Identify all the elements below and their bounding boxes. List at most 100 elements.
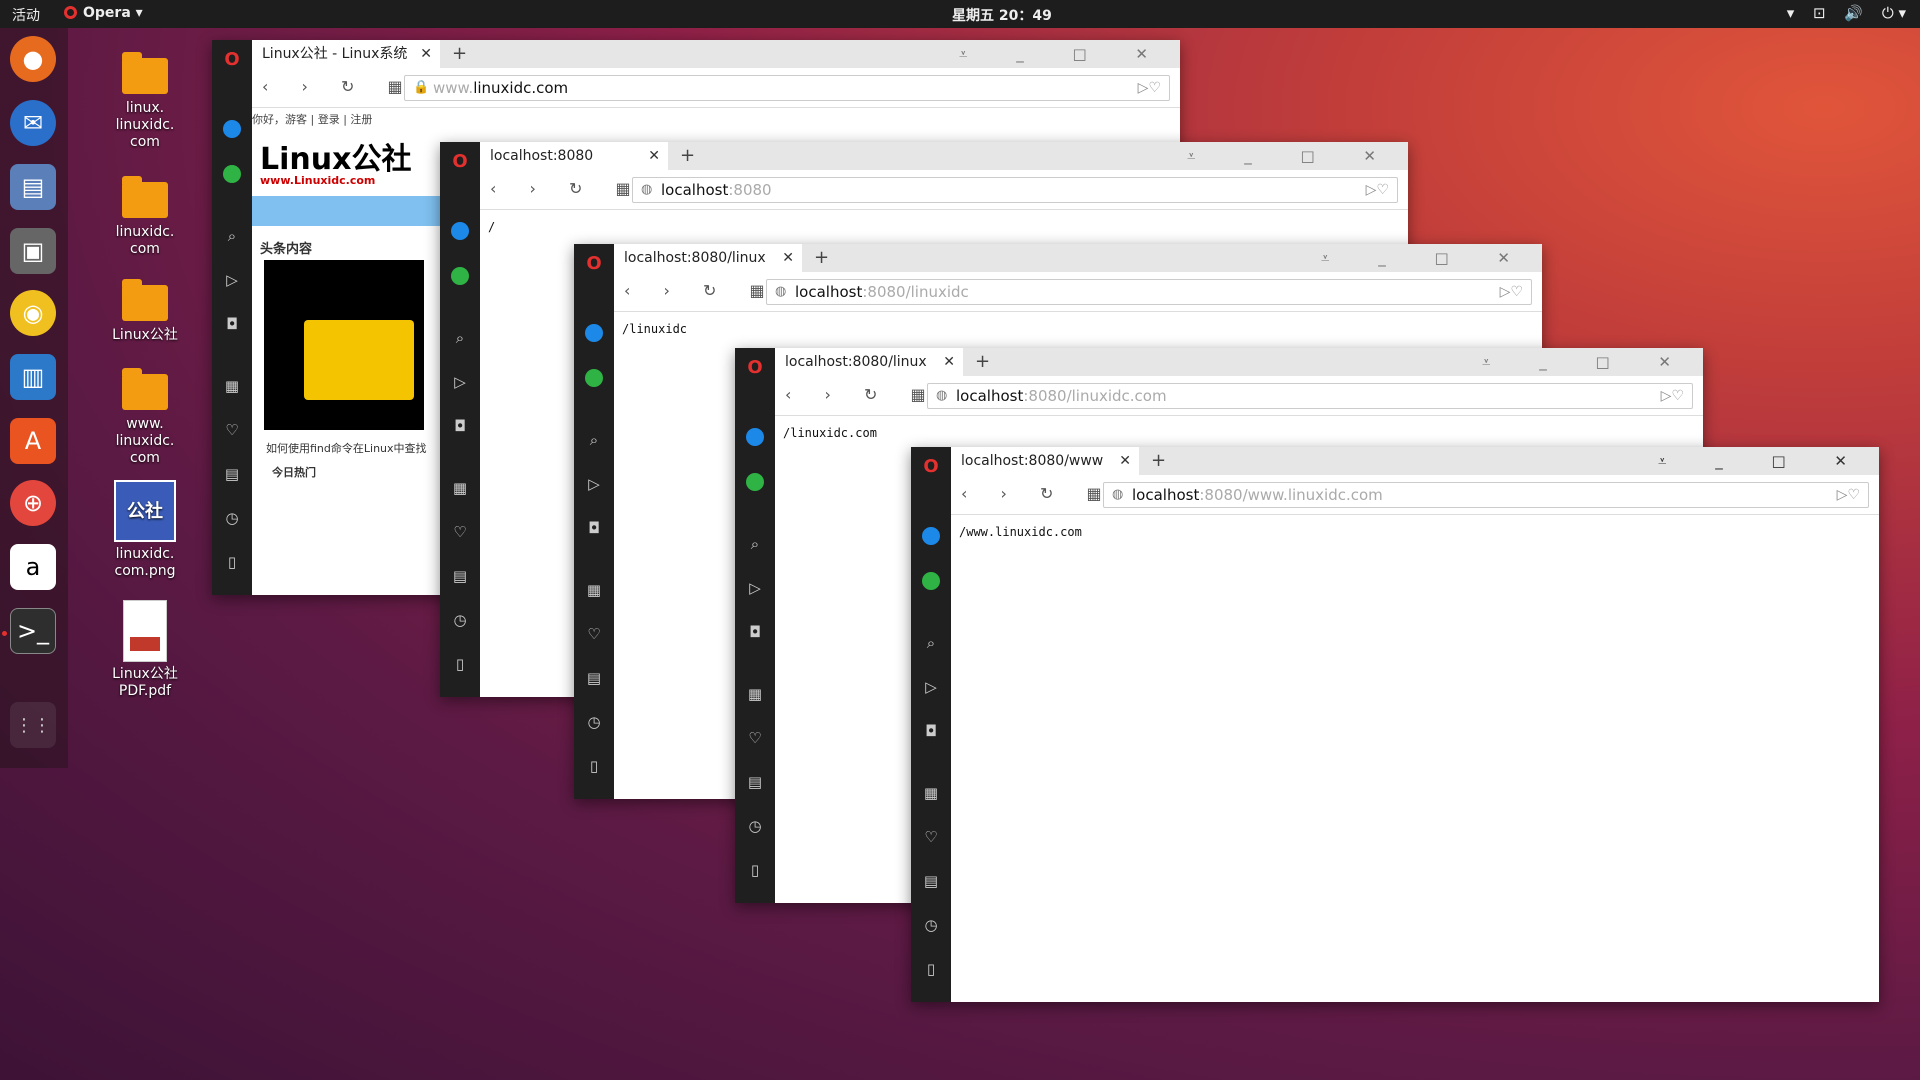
- send-icon[interactable]: ▷: [584, 474, 604, 494]
- headline-caption[interactable]: 如何使用find命令在Linux中查找: [266, 440, 427, 456]
- heart-icon[interactable]: ♡: [450, 522, 470, 542]
- grid-icon[interactable]: ▦: [222, 376, 242, 396]
- opera-menu-icon[interactable]: O: [921, 457, 941, 477]
- terminal-icon[interactable]: >_: [10, 608, 56, 654]
- system-tray[interactable]: ▾ ⊡ 🔊 ⏻ ▾: [1773, 4, 1906, 22]
- tab-close-icon[interactable]: ✕: [648, 142, 660, 170]
- heart-icon[interactable]: ♡: [921, 827, 941, 847]
- window-controls[interactable]: ⩡ _ □ ✕: [1482, 348, 1693, 376]
- address-bar[interactable]: ◍ localhost:8080/linuxidc ▷♡: [766, 279, 1532, 305]
- news-icon[interactable]: ▤: [745, 772, 765, 792]
- url-actions[interactable]: ▷♡: [1500, 280, 1523, 304]
- headline-image[interactable]: [264, 260, 424, 430]
- tab-close-icon[interactable]: ✕: [782, 244, 794, 272]
- messenger-icon[interactable]: [451, 222, 469, 240]
- send-icon[interactable]: ▷: [921, 677, 941, 697]
- address-bar[interactable]: ◍ localhost:8080 ▷♡: [632, 177, 1398, 203]
- send-icon[interactable]: ▷: [450, 372, 470, 392]
- volume-icon[interactable]: 🔊: [1844, 4, 1863, 22]
- desktop-icon-folder[interactable]: Linux公社: [90, 279, 200, 344]
- address-bar[interactable]: ◍ localhost:8080/www.linuxidc.com ▷♡: [1103, 482, 1869, 508]
- show-apps-icon[interactable]: ⋮⋮: [10, 702, 56, 748]
- site-logo[interactable]: Linux公社 www.Linuxidc.com: [260, 134, 411, 187]
- address-bar[interactable]: ◍ localhost:8080/linuxidc.com ▷♡: [927, 383, 1693, 409]
- url-actions[interactable]: ▷♡: [1138, 76, 1161, 100]
- search-icon[interactable]: ⌕: [921, 633, 941, 653]
- new-tab-button[interactable]: +: [680, 142, 695, 170]
- history-icon[interactable]: ◷: [450, 610, 470, 630]
- shotwell-icon[interactable]: ▣: [10, 228, 56, 274]
- amazon-icon[interactable]: a: [10, 544, 56, 590]
- camera-icon[interactable]: ◘: [584, 518, 604, 538]
- url-actions[interactable]: ▷♡: [1366, 178, 1389, 202]
- messenger-icon[interactable]: [922, 527, 940, 545]
- site-top-links[interactable]: 你好，游客 | 登录 | 注册: [252, 108, 1180, 126]
- camera-icon[interactable]: ◘: [745, 622, 765, 642]
- tab-close-icon[interactable]: ✕: [1119, 447, 1131, 475]
- nav-buttons[interactable]: ‹ › ↻ ▦: [262, 77, 417, 96]
- firefox-icon[interactable]: ●: [10, 36, 56, 82]
- messenger-icon[interactable]: [746, 428, 764, 446]
- software-center-icon[interactable]: A: [10, 418, 56, 464]
- whatsapp-icon[interactable]: [223, 165, 241, 183]
- nav-buttons[interactable]: ‹ › ↻ ▦: [490, 179, 645, 198]
- messenger-icon[interactable]: [585, 324, 603, 342]
- thunderbird-icon[interactable]: ✉: [10, 100, 56, 146]
- panel-icon[interactable]: ▯: [921, 959, 941, 979]
- window-controls[interactable]: ⩡ _ □ ✕: [1658, 447, 1869, 475]
- files-icon[interactable]: ▤: [10, 164, 56, 210]
- grid-icon[interactable]: ▦: [921, 783, 941, 803]
- camera-icon[interactable]: ◘: [450, 416, 470, 436]
- opera-menu-icon[interactable]: O: [584, 254, 604, 274]
- desktop-icon-image[interactable]: 公社 linuxidc. com.png: [90, 480, 200, 580]
- nav-buttons[interactable]: ‹ › ↻ ▦: [624, 281, 779, 300]
- activities-button[interactable]: 活动: [12, 5, 40, 25]
- news-icon[interactable]: ▤: [921, 871, 941, 891]
- new-tab-button[interactable]: +: [452, 40, 467, 68]
- new-tab-button[interactable]: +: [814, 244, 829, 272]
- heart-icon[interactable]: ♡: [584, 624, 604, 644]
- opera-menu-icon[interactable]: O: [222, 50, 242, 70]
- news-icon[interactable]: ▤: [450, 566, 470, 586]
- panel-icon[interactable]: ▯: [222, 552, 242, 572]
- search-icon[interactable]: ⌕: [450, 328, 470, 348]
- new-tab-button[interactable]: +: [975, 348, 990, 376]
- browser-window[interactable]: O ⌕ ▷ ◘ ▦ ♡ ▤ ◷ ▯ localhost:8080/www ✕ + …: [911, 447, 1879, 1002]
- history-icon[interactable]: ◷: [584, 712, 604, 732]
- whatsapp-icon[interactable]: [746, 473, 764, 491]
- history-icon[interactable]: ◷: [222, 508, 242, 528]
- address-bar[interactable]: 🔒 www.linuxidc.com ▷♡: [404, 75, 1170, 101]
- nav-buttons[interactable]: ‹ › ↻ ▦: [785, 385, 940, 404]
- screen-icon[interactable]: ⊡: [1813, 4, 1826, 22]
- tab-close-icon[interactable]: ✕: [420, 40, 432, 68]
- power-icon[interactable]: ⏻ ▾: [1882, 4, 1906, 22]
- search-icon[interactable]: ⌕: [222, 226, 242, 246]
- window-controls[interactable]: ⩡ _ □ ✕: [1187, 142, 1398, 170]
- window-controls[interactable]: ⩡ _ □ ✕: [959, 40, 1170, 68]
- url-actions[interactable]: ▷♡: [1837, 483, 1860, 507]
- desktop-icon-pdf[interactable]: Linux公社 PDF.pdf: [90, 600, 200, 700]
- desktop-icon-folder[interactable]: linux. linuxidc. com: [90, 52, 200, 151]
- tab[interactable]: Linux公社 - Linux系统 ✕: [252, 40, 440, 68]
- whatsapp-icon[interactable]: [451, 267, 469, 285]
- camera-icon[interactable]: ◘: [921, 721, 941, 741]
- tab[interactable]: localhost:8080/linux ✕: [614, 244, 802, 272]
- nav-buttons[interactable]: ‹ › ↻ ▦: [961, 484, 1116, 503]
- opera-menu-icon[interactable]: O: [745, 358, 765, 378]
- whatsapp-icon[interactable]: [922, 572, 940, 590]
- heart-icon[interactable]: ♡: [222, 420, 242, 440]
- panel-icon[interactable]: ▯: [450, 654, 470, 674]
- grid-icon[interactable]: ▦: [584, 580, 604, 600]
- news-icon[interactable]: ▤: [222, 464, 242, 484]
- tab-close-icon[interactable]: ✕: [943, 348, 955, 376]
- tab[interactable]: localhost:8080 ✕: [480, 142, 668, 170]
- search-icon[interactable]: ⌕: [584, 430, 604, 450]
- rhythmbox-icon[interactable]: ◉: [10, 290, 56, 336]
- send-icon[interactable]: ▷: [222, 270, 242, 290]
- whatsapp-icon[interactable]: [585, 369, 603, 387]
- writer-icon[interactable]: ▥: [10, 354, 56, 400]
- tab[interactable]: localhost:8080/linux ✕: [775, 348, 963, 376]
- history-icon[interactable]: ◷: [745, 816, 765, 836]
- tab[interactable]: localhost:8080/www ✕: [951, 447, 1139, 475]
- window-controls[interactable]: ⩡ _ □ ✕: [1321, 244, 1532, 272]
